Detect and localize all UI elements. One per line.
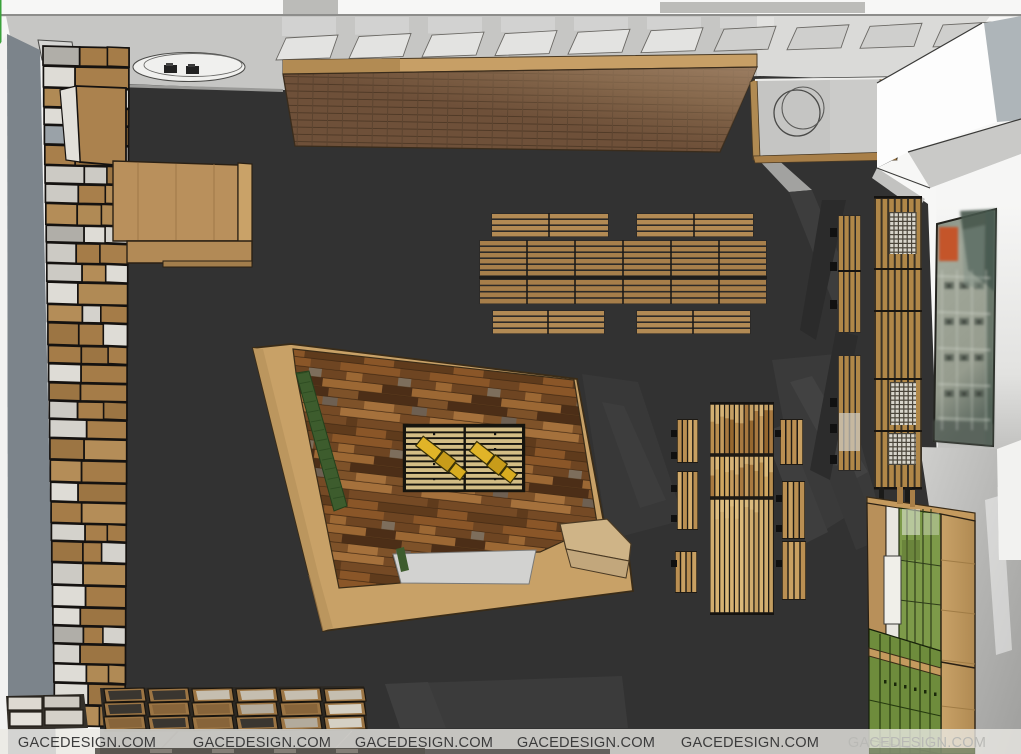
- svg-text:GACEDESIGN.COM: GACEDESIGN.COM: [681, 735, 819, 751]
- svg-text:GACEDESIGN.COM: GACEDESIGN.COM: [517, 735, 655, 751]
